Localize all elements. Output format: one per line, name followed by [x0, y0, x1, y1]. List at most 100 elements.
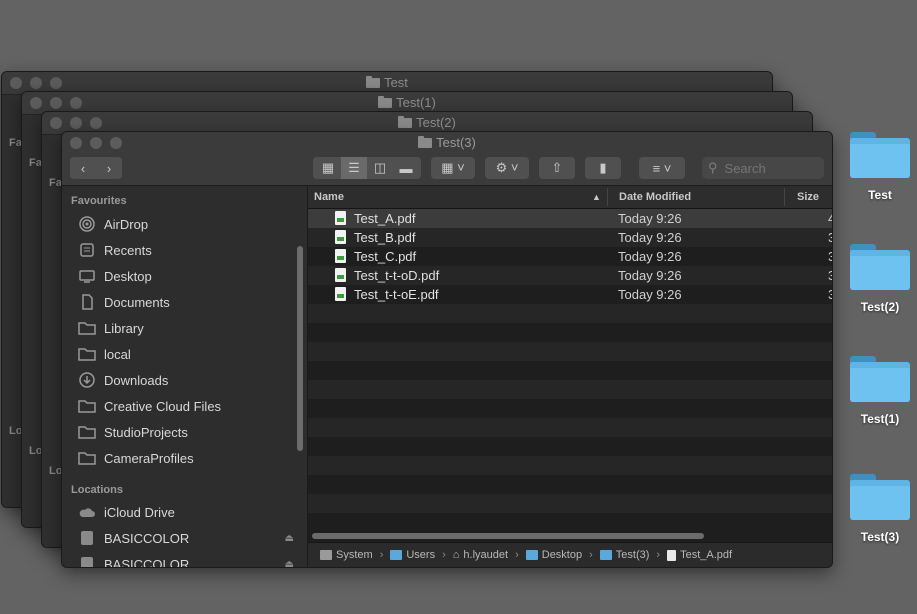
sidebar-item-desktop[interactable]: Desktop: [78, 265, 298, 287]
sidebar-item-library[interactable]: Library: [78, 317, 298, 339]
sidebar-item-cameraprofiles[interactable]: CameraProfiles: [78, 447, 298, 469]
sidebar-item-basiccolor[interactable]: BASICCOLOR ⏏: [78, 527, 298, 549]
finder-window-test-3[interactable]: Test(3) ‹ › ▦ ☰ ◫ ▬ ▦ ˅ ⚙ ˅ ⇧ ▮ ≡ ˅ ⚲ Fa…: [61, 131, 833, 568]
empty-row: [308, 361, 832, 380]
folder-icon: [366, 76, 381, 88]
tags-button[interactable]: ▮: [585, 157, 621, 179]
toolbar: ‹ › ▦ ☰ ◫ ▬ ▦ ˅ ⚙ ˅ ⇧ ▮ ≡ ˅ ⚲: [62, 154, 832, 186]
eject-icon[interactable]: ⏏: [285, 533, 294, 544]
pdf-file-icon: [335, 211, 346, 225]
file-rows: Test_A.pdf Today 9:26 4 Test_B.pdf Today…: [308, 209, 832, 527]
folder-icon: [78, 319, 96, 337]
folder-icon: [418, 136, 433, 148]
desktop-folder-test[interactable]: Test: [845, 132, 915, 202]
empty-row: [308, 418, 832, 437]
back-button[interactable]: ‹: [70, 157, 96, 179]
pdf-file-icon: [335, 230, 346, 244]
group-by-button[interactable]: ▦ ˅: [431, 157, 475, 179]
window-title: Test(3): [62, 135, 832, 150]
column-date-modified[interactable]: Date Modified: [619, 191, 691, 203]
title-bar[interactable]: Test(3): [62, 132, 832, 154]
folder-icon: [78, 423, 96, 441]
window-title: Test(2): [42, 115, 812, 130]
window-title: Test: [2, 75, 772, 90]
search-icon: ⚲: [708, 160, 718, 175]
desktop-icon: [78, 267, 96, 285]
empty-row: [308, 513, 832, 527]
column-size[interactable]: Size: [797, 191, 819, 203]
file-row[interactable]: Test_B.pdf Today 9:26 3: [308, 228, 832, 247]
path-item-system[interactable]: System: [320, 549, 373, 561]
folder-icon: [850, 356, 910, 402]
share-button[interactable]: ⇧: [539, 157, 575, 179]
file-row[interactable]: Test_t-t-oE.pdf Today 9:26 3: [308, 285, 832, 304]
downloads-icon: [78, 371, 96, 389]
horizontal-scrollbar[interactable]: [312, 533, 704, 539]
documents-icon: [78, 293, 96, 311]
pdf-file-icon: [667, 549, 677, 561]
search-field[interactable]: ⚲: [702, 157, 824, 179]
sidebar-item-icloud-drive[interactable]: iCloud Drive: [78, 501, 298, 523]
desktop-folder-test-3[interactable]: Test(3): [845, 474, 915, 544]
path-item-users[interactable]: Users: [390, 549, 435, 561]
path-item-home[interactable]: ⌂ h.lyaudet: [453, 549, 508, 561]
view-mode-control: ▦ ☰ ◫ ▬: [313, 157, 421, 179]
sidebar-item-creative-cloud-files[interactable]: Creative Cloud Files: [78, 395, 298, 417]
path-item-file[interactable]: Test_A.pdf: [667, 549, 732, 561]
file-row[interactable]: Test_C.pdf Today 9:26 3: [308, 247, 832, 266]
gallery-icon: ▬: [399, 160, 413, 176]
sidebar-item-local[interactable]: local: [78, 343, 298, 365]
sidebar-item-downloads[interactable]: Downloads: [78, 369, 298, 391]
empty-row: [308, 342, 832, 361]
desktop-folder-test-1[interactable]: Test(1): [845, 356, 915, 426]
column-header: Name ▲ Date Modified Size: [308, 186, 832, 209]
sidebar-item-basiccolor-2[interactable]: BASICCOLOR ⏏: [78, 553, 298, 568]
folder-icon: [78, 397, 96, 415]
sort-button[interactable]: ≡ ˅: [639, 157, 685, 179]
path-item-test-3[interactable]: Test(3): [599, 549, 649, 561]
file-row[interactable]: Test_t-t-oD.pdf Today 9:26 3: [308, 266, 832, 285]
disk-icon: [78, 529, 96, 547]
pdf-file-icon: [335, 249, 346, 263]
folder-icon: [599, 550, 612, 560]
sidebar-item-studioprojects[interactable]: StudioProjects: [78, 421, 298, 443]
empty-row: [308, 304, 832, 323]
folder-icon: [525, 550, 538, 560]
search-input[interactable]: [722, 159, 817, 177]
icon-view-button[interactable]: ▦: [315, 157, 341, 179]
sort-ascending-icon: ▲: [592, 192, 601, 202]
list-icon: ☰: [348, 160, 360, 175]
columns-icon: ◫: [373, 160, 387, 175]
sidebar-scrollbar[interactable]: [297, 246, 303, 451]
sidebar-header-favourites: Fa: [49, 177, 62, 189]
column-view-button[interactable]: ◫: [367, 157, 393, 179]
list-view-button[interactable]: ☰: [341, 157, 367, 179]
column-name[interactable]: Name: [314, 191, 344, 203]
eject-icon[interactable]: ⏏: [285, 559, 294, 568]
path-item-desktop[interactable]: Desktop: [525, 549, 582, 561]
file-row[interactable]: Test_A.pdf Today 9:26 4: [308, 209, 832, 228]
sidebar-item-documents[interactable]: Documents: [78, 291, 298, 313]
chevron-right-icon: ›: [106, 160, 112, 176]
desktop-folder-test-2[interactable]: Test(2): [845, 244, 915, 314]
gallery-view-button[interactable]: ▬: [393, 157, 419, 179]
nav-buttons: ‹ ›: [70, 157, 122, 179]
hard-disk-icon: [320, 550, 332, 560]
empty-row: [308, 437, 832, 456]
empty-row: [308, 399, 832, 418]
folder-icon: [850, 474, 910, 520]
action-button[interactable]: ⚙ ˅: [485, 157, 529, 179]
empty-row: [308, 380, 832, 399]
forward-button[interactable]: ›: [96, 157, 122, 179]
sidebar-item-airdrop[interactable]: AirDrop: [78, 213, 298, 235]
folder-icon: [850, 132, 910, 178]
recents-icon: [78, 241, 96, 259]
home-icon: ⌂: [452, 549, 460, 561]
sidebar-item-recents[interactable]: Recents: [78, 239, 298, 261]
folder-icon: [390, 550, 403, 560]
folder-icon: [78, 345, 96, 363]
sidebar-header-favourites: Favourites: [71, 195, 127, 207]
empty-row: [308, 475, 832, 494]
airdrop-icon: [78, 215, 96, 233]
chevron-left-icon: ‹: [80, 160, 86, 176]
